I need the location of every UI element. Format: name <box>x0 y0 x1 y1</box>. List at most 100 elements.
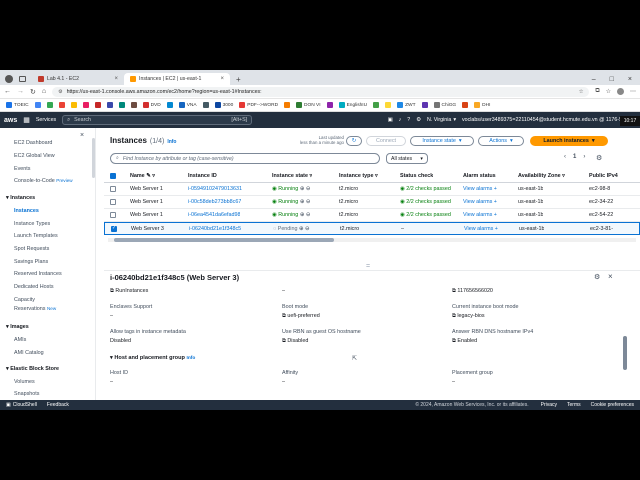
tab-lab[interactable]: Lab 4.1 - EC2 × <box>32 73 124 85</box>
next-page-icon[interactable]: › <box>583 154 585 160</box>
bookmark-icon[interactable] <box>106 102 113 108</box>
state-filter-select[interactable]: All states ▾ <box>386 153 428 164</box>
sidebar-item-dedicated-hosts[interactable]: Dedicated Hosts <box>14 284 54 290</box>
filter-input[interactable]: ⌕ Find Instance by attribute or tag (cas… <box>110 153 380 164</box>
feedback-link[interactable]: Feedback <box>47 402 69 408</box>
row-checkbox[interactable] <box>110 199 116 205</box>
account-icon[interactable] <box>617 88 624 95</box>
profile-icon[interactable] <box>5 75 13 83</box>
view-alarms-link[interactable]: View alarms + <box>463 186 497 192</box>
bookmark-icon[interactable] <box>373 102 380 108</box>
url-field[interactable]: ⚙ https://us-east-1.console.aws.amazon.c… <box>52 86 590 97</box>
privacy-link[interactable]: Privacy <box>541 402 557 408</box>
table-horizontal-scrollbar[interactable] <box>108 238 636 242</box>
refresh-button[interactable]: ↻ <box>346 136 362 146</box>
settings-icon[interactable]: ⚙ <box>416 117 421 123</box>
tab-instances[interactable]: Instances | EC2 | us-east-1 × <box>124 73 230 85</box>
copy-icon[interactable]: ⧉ <box>282 313 286 319</box>
sidebar-item-global-view[interactable]: EC2 Global View <box>14 153 55 159</box>
column-header-name[interactable]: Name ✎ ▿ <box>130 173 155 179</box>
close-sidebar-icon[interactable]: × <box>80 132 84 139</box>
zoom-in-icon[interactable]: ⊕ <box>299 226 304 232</box>
bookmark-item[interactable]: DON VI <box>296 102 321 108</box>
column-header-state[interactable]: Instance state ▿ <box>272 173 312 179</box>
sidebar-item-volumes[interactable]: Volumes <box>14 379 35 385</box>
sidebar-item-snapshots[interactable]: Snapshots <box>14 391 39 397</box>
cookie-preferences-link[interactable]: Cookie preferences <box>591 402 634 408</box>
bookmark-item[interactable]: EnglishIU <box>338 102 367 108</box>
view-alarms-link[interactable]: View alarms + <box>463 199 497 205</box>
row-checkbox[interactable]: ✓ <box>111 225 117 232</box>
services-menu[interactable]: Services <box>36 117 56 123</box>
launch-instances-button[interactable]: Launch instances ▾ <box>530 136 608 146</box>
home-icon[interactable]: ⌂ <box>42 88 46 95</box>
bookmark-item[interactable]: PDF-->WORD <box>239 102 278 108</box>
bookmark-icon[interactable] <box>385 102 392 108</box>
view-alarms-link[interactable]: View alarms + <box>463 212 497 218</box>
bookmark-item[interactable]: DHI <box>474 102 490 108</box>
column-header-ip[interactable]: Public IPv4 <box>589 173 618 179</box>
info-link[interactable]: Info <box>167 139 176 145</box>
sidebar-section-instances[interactable]: ▾ Instances <box>6 195 35 201</box>
more-icon[interactable]: ⋯ <box>630 88 636 95</box>
services-grid-icon[interactable]: ▦ <box>23 116 30 124</box>
view-alarms-link[interactable]: View alarms + <box>464 226 498 232</box>
info-link[interactable]: Info <box>187 356 196 361</box>
table-row[interactable]: Web Server 1 i-06ea4541da6efad98 ◉ Runni… <box>104 209 640 222</box>
zoom-out-icon[interactable]: ⊖ <box>305 226 310 232</box>
close-tab-icon[interactable]: × <box>114 76 118 82</box>
zoom-out-icon[interactable]: ⊖ <box>306 199 311 205</box>
bookmark-item[interactable]: ChiGG <box>433 102 456 108</box>
sidebar-item-dashboard[interactable]: EC2 Dashboard <box>14 140 52 146</box>
bookmark-icon[interactable] <box>462 102 469 108</box>
copy-icon[interactable]: ⧉ <box>452 288 456 294</box>
column-header-id[interactable]: Instance ID <box>188 173 217 179</box>
copy-icon[interactable]: ⧉ <box>282 338 286 344</box>
actions-button[interactable]: Actions ▾ <box>478 136 524 146</box>
site-info-icon[interactable]: ⚙ <box>58 89 62 95</box>
terms-link[interactable]: Terms <box>567 402 581 408</box>
bookmark-icon[interactable] <box>82 102 89 108</box>
sidebar-scrollbar[interactable] <box>92 138 95 178</box>
bell-icon[interactable]: ♪ <box>399 117 402 123</box>
instance-id-link[interactable]: i-06ea4541da6efad98 <box>188 212 240 218</box>
scrollbar-thumb[interactable] <box>114 238 334 242</box>
sidebar-item-events[interactable]: Events <box>14 166 30 172</box>
bookmark-icon[interactable] <box>326 102 333 108</box>
bookmark-icon[interactable] <box>94 102 101 108</box>
zoom-in-icon[interactable]: ⊕ <box>300 199 305 205</box>
account-menu[interactable]: voclabs/user3489375=22110454@student.hcm… <box>462 117 636 123</box>
sidebar-item-launch-templates[interactable]: Launch Templates <box>14 233 58 239</box>
instance-id-link[interactable]: i-05949102479013631 <box>188 186 242 192</box>
settings-gear-icon[interactable]: ⚙ <box>596 154 602 162</box>
instance-id-link[interactable]: i-00c58deb273bb8c67 <box>188 199 241 205</box>
sidebar-section-images[interactable]: ▾ Images <box>6 324 29 330</box>
bookmark-item[interactable]: ZWT <box>397 102 416 108</box>
sidebar-item-capacity[interactable]: Capacity <box>14 297 35 303</box>
help-icon[interactable]: ? <box>407 117 410 123</box>
table-row[interactable]: Web Server 1 i-00c58deb273bb8c67 ◉ Runni… <box>104 196 640 209</box>
bookmark-icon[interactable] <box>46 102 53 108</box>
bookmark-item[interactable]: DVD <box>142 102 161 108</box>
region-selector[interactable]: N. Virginia ▾ <box>427 117 456 123</box>
star-icon[interactable]: ☆ <box>579 89 584 95</box>
reload-icon[interactable]: ↻ <box>30 88 36 96</box>
notifications-icon[interactable]: ▣ <box>388 117 393 123</box>
bookmark-item[interactable]: VNA <box>178 102 197 108</box>
cloudshell-button[interactable]: ▣ CloudShell <box>6 402 37 408</box>
prev-page-icon[interactable]: ‹ <box>564 154 566 160</box>
bookmark-icon[interactable] <box>58 102 65 108</box>
zoom-out-icon[interactable]: ⊖ <box>306 212 311 218</box>
column-header-type[interactable]: Instance type ▿ <box>339 173 378 179</box>
favorites-icon[interactable]: ☆ <box>606 88 611 95</box>
sidebar-item-reserved-instances[interactable]: Reserved Instances <box>14 271 62 277</box>
copy-icon[interactable]: ⧉ <box>110 288 114 294</box>
bookmark-icon[interactable] <box>166 102 173 108</box>
resize-handle-icon[interactable]: = <box>366 263 370 270</box>
new-tab-button[interactable]: + <box>236 75 241 84</box>
panel-settings-icon[interactable]: ⚙ <box>594 273 600 281</box>
bookmark-icon[interactable] <box>421 102 428 108</box>
sidebar-item-console-to-code[interactable]: Console-to-Code Preview <box>14 178 73 184</box>
zoom-in-icon[interactable]: ⊕ <box>300 212 305 218</box>
sidebar-section-ebs[interactable]: ▾ Elastic Block Store <box>6 366 59 372</box>
